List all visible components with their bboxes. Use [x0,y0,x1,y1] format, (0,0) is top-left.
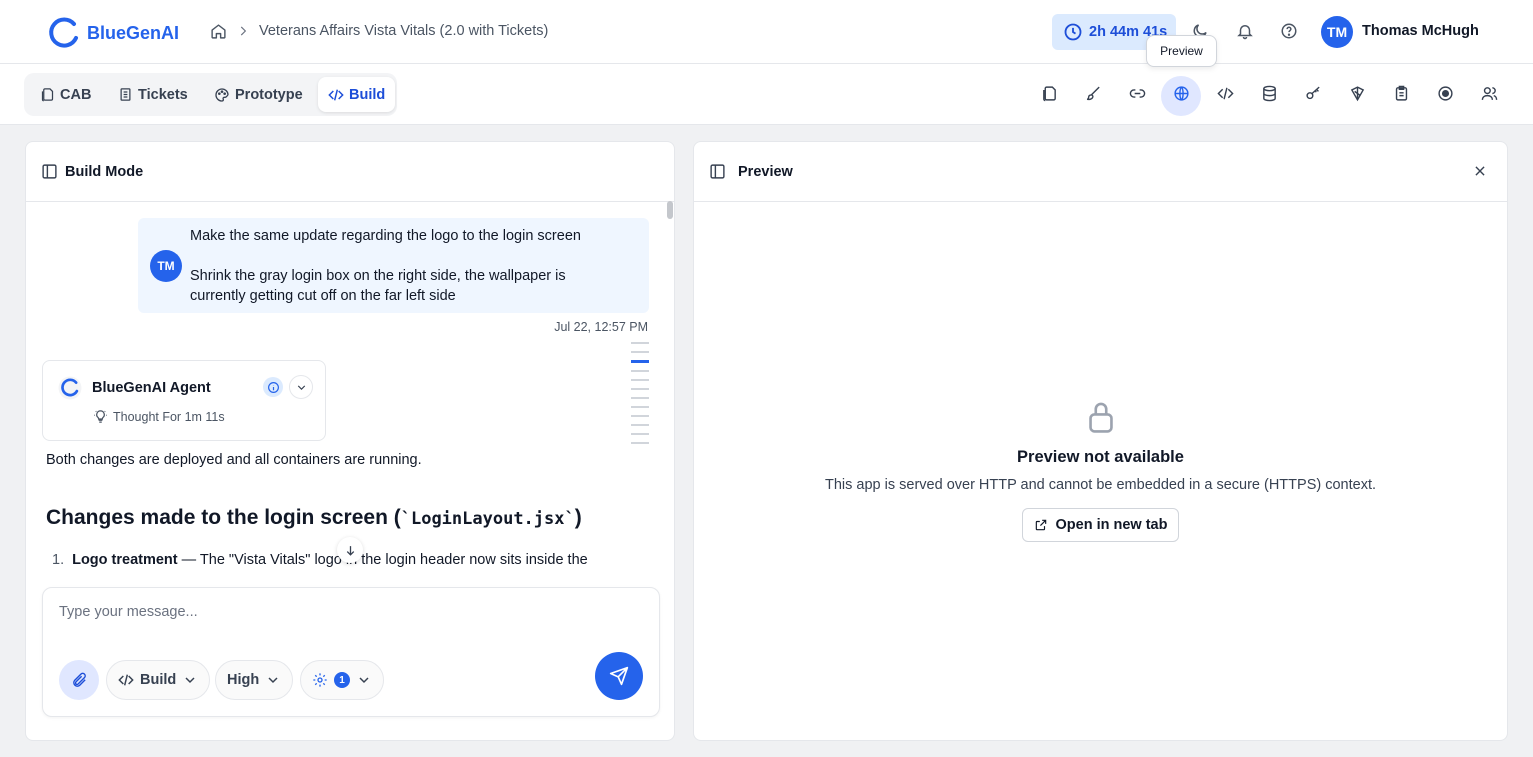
tab-tickets[interactable]: Tickets [108,77,198,112]
send-icon [609,666,629,686]
mode-tabs: CAB Tickets Prototype Build [24,73,397,116]
clipboard-icon[interactable] [1393,85,1410,102]
open-in-new-tab-label: Open in new tab [1055,517,1168,533]
code-icon [118,674,134,686]
attach-button[interactable] [59,660,99,700]
list-number: 1. [52,552,65,568]
chevron-down-icon[interactable] [289,375,313,399]
message-composer: Build High 1 [42,587,660,717]
paperclip-icon [72,672,86,687]
gear-icon [313,673,327,687]
build-mode-header: Build Mode [26,142,674,202]
chevron-right-icon [236,24,250,38]
chevron-down-icon [268,677,278,684]
bell-icon[interactable] [1236,22,1254,40]
message-line: Make the same update regarding the logo … [190,228,581,244]
thought-label: Thought For 1m 11s [113,409,225,424]
tab-build-label: Build [349,86,386,103]
link-icon[interactable] [1129,85,1146,102]
lightbulb-icon [94,410,107,423]
agent-response-text: Both changes are deployed and all contai… [46,452,422,468]
agent-card[interactable]: BlueGenAI Agent Thought For 1m 11s [42,360,326,441]
empty-state-description: This app is served over HTTP and cannot … [825,477,1376,493]
message-input[interactable] [59,604,639,620]
clock-icon [1064,23,1082,41]
key-icon[interactable] [1305,85,1322,102]
document-icon[interactable] [1041,85,1058,102]
agent-name: BlueGenAI Agent [92,380,211,396]
heading-text: Changes made to the login screen ( [46,506,401,529]
scrollbar[interactable] [667,201,673,219]
info-icon[interactable] [263,377,283,397]
send-button[interactable] [595,652,643,700]
document-icon [41,88,54,102]
logo[interactable]: BlueGenAI [47,16,179,50]
user-avatar: TM [150,250,182,282]
tab-build[interactable]: Build [318,77,396,112]
message-timestamp: Jul 22, 12:57 PM [554,320,648,334]
sidebar-toggle-icon[interactable] [41,163,58,180]
chevron-down-icon [359,677,369,684]
build-mode-panel: Build Mode TM Make the same update regar… [25,141,675,741]
logo-text: BlueGenAI [87,22,180,43]
shield-icon[interactable] [1349,85,1366,102]
tab-cab[interactable]: CAB [30,77,101,112]
list-item-bold: Logo treatment [72,552,178,568]
preview-panel: Preview Preview not available This app i… [693,141,1508,741]
help-icon[interactable] [1280,22,1298,40]
thought-duration: Thought For 1m 11s [93,409,225,424]
message-line: currently getting cut off on the far lef… [190,288,456,304]
user-message: TM Make the same update regarding the lo… [138,218,649,313]
effort-select-value: High [227,672,260,688]
arrow-down-icon [346,545,354,556]
heading-code: `LoginLayout.jsx` [400,509,575,529]
agent-logo-icon [57,375,83,401]
home-icon[interactable] [210,23,227,40]
tab-prototype[interactable]: Prototype [204,77,313,112]
scroll-down-button[interactable] [337,537,363,563]
message-minimap[interactable] [631,342,649,451]
mode-select[interactable]: Build [106,660,211,700]
brush-icon[interactable] [1085,85,1102,102]
message-line: Shrink the gray login box on the right s… [190,268,566,284]
tab-prototype-label: Prototype [235,86,303,103]
tab-cab-label: CAB [60,86,92,103]
code-icon [328,88,344,101]
external-link-icon [1035,519,1046,531]
palette-icon [215,87,229,102]
mode-bar: CAB Tickets Prototype Build [0,64,1533,125]
tab-tickets-label: Tickets [138,86,188,103]
list-item: 1. Logo treatment — The "Vista Vitals" lo… [52,552,588,568]
user-name[interactable]: Thomas McHugh [1362,23,1479,39]
list-icon [120,88,131,101]
preview-tooltip: Preview [1146,35,1217,67]
globe-icon[interactable] [1173,85,1190,102]
record-icon[interactable] [1437,85,1454,102]
open-in-new-tab-button[interactable]: Open in new tab [1022,508,1179,542]
users-icon[interactable] [1481,85,1498,102]
breadcrumb-project[interactable]: Veterans Affairs Vista Vitals (2.0 with … [259,23,548,39]
logo-icon [49,17,78,48]
list-item-text: — The "Vista Vitals" logo in the login h… [177,552,588,568]
sidebar-toggle-icon[interactable] [709,163,726,180]
close-icon[interactable] [1473,164,1487,178]
code-icon[interactable] [1217,85,1234,102]
database-icon[interactable] [1261,85,1278,102]
top-header: BlueGenAI Veterans Affairs Vista Vitals … [0,0,1533,64]
user-avatar[interactable]: TM [1321,16,1353,48]
heading-suffix: ) [574,506,582,529]
lock-icon [694,400,1507,434]
panel-title: Preview [738,163,793,180]
settings-count-badge: 1 [334,672,350,688]
response-heading: Changes made to the login screen (`Login… [46,506,582,530]
empty-state-title: Preview not available [1017,448,1184,466]
settings-select[interactable]: 1 [300,660,384,700]
panel-title: Build Mode [65,163,144,180]
effort-select[interactable]: High [215,660,294,700]
preview-header: Preview [694,142,1507,202]
mode-select-value: Build [140,672,177,688]
chevron-down-icon [185,677,195,684]
